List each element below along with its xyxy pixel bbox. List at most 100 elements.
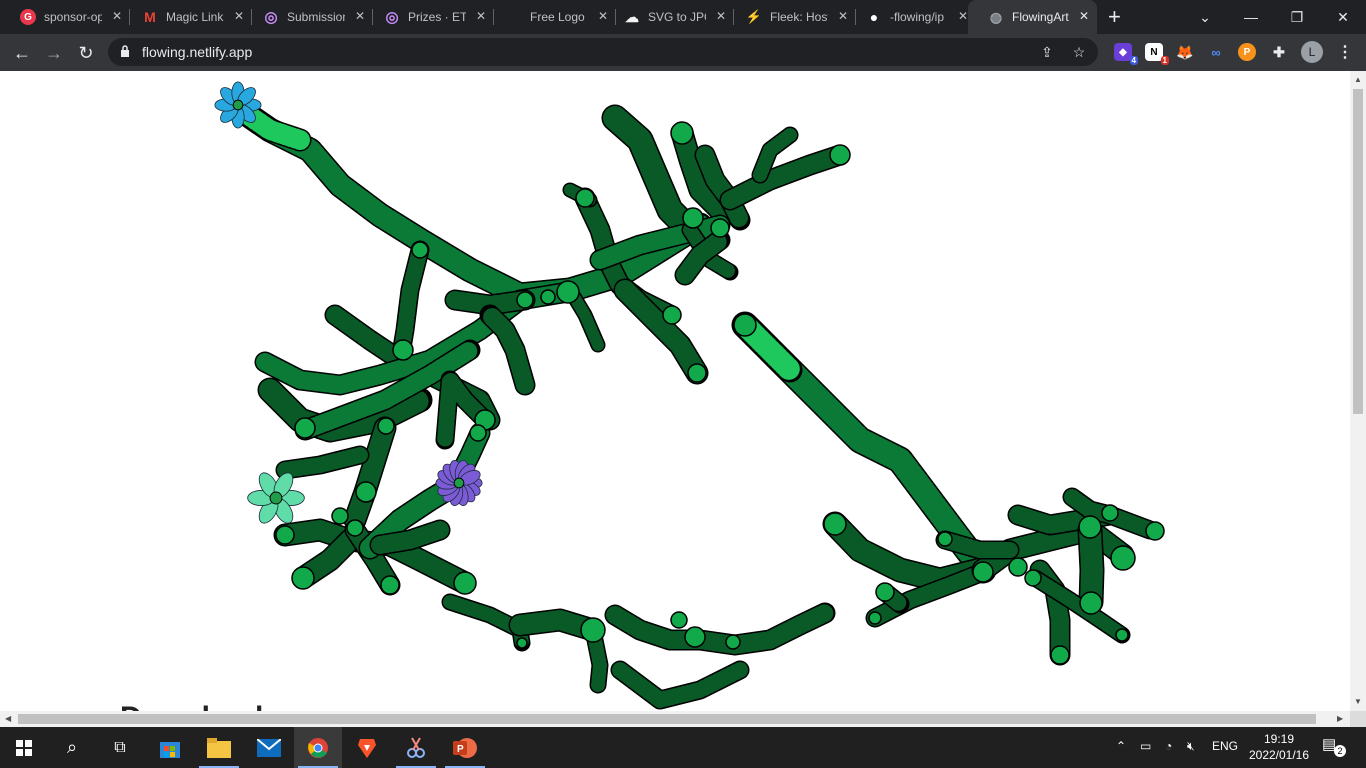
vine-bud: [1101, 504, 1119, 522]
tab-0[interactable]: G sponsor-op ✕: [0, 0, 130, 34]
horizontal-scrollbar[interactable]: ◀ ▶: [0, 711, 1350, 727]
vine-branch: [612, 662, 748, 708]
system-clock[interactable]: 19:19 2022/01/16: [1244, 731, 1314, 763]
horizontal-scroll-thumb[interactable]: [18, 714, 1316, 724]
menu-kebab-icon[interactable]: ⋮: [1336, 43, 1354, 61]
blue-flower-icon[interactable]: [214, 81, 262, 129]
mint-flower-icon[interactable]: [247, 470, 305, 527]
snip-icon[interactable]: [392, 727, 440, 768]
scroll-down-icon[interactable]: ▼: [1354, 697, 1362, 706]
profile-avatar[interactable]: L: [1301, 41, 1323, 63]
minimize-button[interactable]: —: [1228, 0, 1274, 34]
tab-7[interactable]: ● -flowing/ip ✕: [846, 0, 976, 34]
close-icon[interactable]: ✕: [716, 9, 726, 23]
vine-bud: [1115, 628, 1129, 642]
vine-bud: [516, 291, 534, 309]
vine-bud: [829, 144, 851, 166]
volume-muted-icon[interactable]: 🔇︎: [1187, 739, 1195, 754]
vine-bud: [575, 188, 595, 208]
restore-button[interactable]: ❐: [1274, 0, 1320, 34]
vine-bud: [294, 417, 316, 439]
notification-center-icon[interactable]: ▤ 2: [1322, 735, 1346, 759]
close-window-button[interactable]: ✕: [1320, 0, 1366, 34]
file-explorer-icon[interactable]: [195, 727, 243, 768]
vine-bud: [1050, 645, 1070, 665]
cloud-icon: ☁: [625, 8, 639, 25]
tab-title: -flowing/ip: [890, 10, 945, 24]
vine-bud: [937, 531, 953, 547]
reload-button[interactable]: ↻: [74, 41, 98, 65]
new-tab-button[interactable]: +: [1108, 4, 1121, 30]
forward-button[interactable]: →: [42, 41, 66, 65]
tab-4[interactable]: Free Logo ✕: [486, 0, 616, 34]
bitcoin-extension-icon[interactable]: P: [1238, 43, 1256, 61]
tab-title: Magic Link: [166, 10, 224, 24]
tab-3[interactable]: ◎ Prizes · ETH ✕: [364, 0, 494, 34]
wifi-icon[interactable]: ◔: [1165, 739, 1172, 753]
vertical-scrollbar[interactable]: ▲ ▼: [1350, 71, 1366, 711]
clock-time: 19:19: [1263, 732, 1295, 746]
tab-5[interactable]: ☁ SVG to JPG ✕: [604, 0, 734, 34]
mail-icon[interactable]: [245, 727, 293, 768]
tab-title: Fleek: Host: [770, 10, 828, 24]
vertical-scroll-thumb[interactable]: [1353, 89, 1363, 414]
gmail-icon: M: [144, 9, 156, 25]
tray-overflow-icon[interactable]: ⌃: [1116, 739, 1126, 753]
bookmark-star-icon[interactable]: ☆: [1070, 43, 1088, 61]
vine-bud: [516, 637, 528, 649]
vine-bud: [875, 582, 895, 602]
download-heading-partial: Download: [120, 701, 263, 711]
vine-bud: [540, 289, 556, 305]
share-icon[interactable]: ⇪: [1038, 43, 1056, 61]
extensions-puzzle-icon[interactable]: ✚: [1270, 43, 1288, 61]
vine-bud: [868, 611, 882, 625]
vine-branch: [588, 633, 607, 692]
blank-icon: [506, 9, 522, 25]
vine-bud: [469, 424, 487, 442]
tab-search-button[interactable]: ⌄: [1182, 0, 1228, 34]
back-button[interactable]: ←: [10, 41, 34, 65]
start-icon[interactable]: [0, 727, 48, 768]
scroll-right-icon[interactable]: ▶: [1337, 714, 1343, 723]
language-indicator[interactable]: ENG: [1212, 739, 1238, 753]
vine-bud: [453, 571, 477, 595]
tab-6[interactable]: ⚡ Fleek: Host ✕: [726, 0, 856, 34]
powerpoint-icon[interactable]: P: [441, 727, 489, 768]
scroll-left-icon[interactable]: ◀: [5, 714, 11, 723]
wallet-extension-icon[interactable]: ◆ 4: [1114, 43, 1138, 65]
close-icon[interactable]: ✕: [1079, 9, 1089, 23]
scroll-up-icon[interactable]: ▲: [1354, 75, 1362, 84]
search-icon[interactable]: ⌕: [48, 727, 96, 768]
close-icon[interactable]: ✕: [476, 9, 486, 23]
vine-bud: [1145, 521, 1165, 541]
close-icon[interactable]: ✕: [112, 9, 122, 23]
battery-icon[interactable]: ▭: [1140, 739, 1151, 753]
flowing-art-canvas[interactable]: [0, 71, 1350, 711]
tab-2[interactable]: ◎ Submission ✕: [243, 0, 373, 34]
clock-date: 2022/01/16: [1248, 748, 1310, 762]
vine-bud: [377, 417, 395, 435]
vine-branch: [446, 291, 534, 314]
metamask-icon[interactable]: 🦊: [1176, 43, 1194, 61]
close-icon[interactable]: ✕: [958, 9, 968, 23]
vine-bud: [823, 512, 847, 536]
vine-bud: [291, 566, 315, 590]
vine-bud: [556, 280, 580, 304]
notion-extension-icon[interactable]: N1: [1145, 43, 1169, 65]
vine-bud: [670, 611, 688, 629]
store-icon[interactable]: [146, 727, 194, 768]
globe-icon: ◍: [989, 8, 1003, 25]
tab-8-active[interactable]: ◍ FlowingArt ✕: [968, 0, 1097, 34]
tab-1[interactable]: M Magic Link ✕: [122, 0, 252, 34]
vine-branch: [721, 146, 849, 209]
loop-extension-icon[interactable]: ∞: [1207, 43, 1225, 61]
task-view-icon[interactable]: ⧉: [96, 727, 144, 768]
chrome-icon[interactable]: [294, 727, 342, 768]
browser-toolbar: ← → ↻ flowing.netlify.app ⇪ ☆ ◆ 4 N1 🦊 ∞ …: [0, 34, 1366, 71]
url-text[interactable]: flowing.netlify.app: [142, 44, 252, 60]
gitcoin-icon: G: [20, 9, 36, 25]
vine-bud: [275, 525, 295, 545]
brave-icon[interactable]: [343, 727, 391, 768]
lock-icon[interactable]: [120, 45, 130, 57]
address-bar[interactable]: flowing.netlify.app ⇪ ☆: [108, 38, 1098, 66]
